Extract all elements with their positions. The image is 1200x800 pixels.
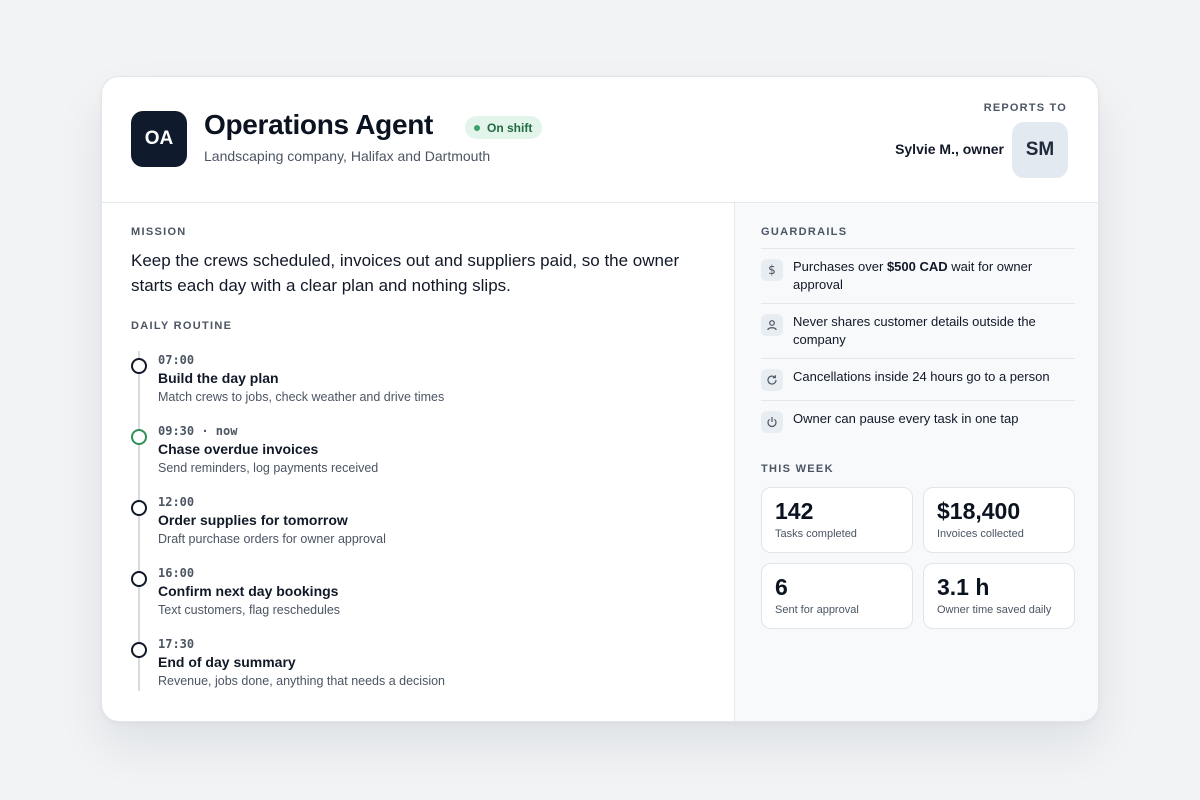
this-week-label: THIS WEEK: [761, 463, 834, 475]
timeline-node-icon: [131, 571, 147, 587]
status-badge: On shift: [465, 116, 543, 139]
card-header: OA Operations Agent On shift Landscaping…: [102, 77, 1098, 203]
stat-card: $18,400 Invoices collected: [923, 487, 1075, 553]
routine-time: 07:00: [158, 353, 195, 367]
page-title: Operations Agent: [204, 109, 434, 140]
mission-label: MISSION: [131, 226, 187, 238]
stat-value: 3.1 h: [937, 574, 990, 600]
right-column: GUARDRAILS $ Purchases over $500 CAD wait…: [734, 203, 1098, 721]
agent-subtitle: Landscaping company, Halifax and Dartmou…: [204, 148, 491, 164]
guardrail-text: Owner can pause every task in one tap: [793, 410, 1063, 428]
routine-title: End of day summary: [158, 654, 296, 670]
routine-title: Confirm next day bookings: [158, 583, 339, 599]
routine-item[interactable]: 12:00 Order supplies for tomorrow Draft pu…: [131, 495, 711, 557]
routine-title: Chase overdue invoices: [158, 441, 319, 457]
stat-card: 6 Sent for approval: [761, 563, 913, 629]
person-icon: [761, 314, 783, 336]
timeline-node-icon: [131, 358, 147, 374]
guardrail-item: Owner can pause every task in one tap: [761, 400, 1075, 442]
power-icon: [761, 411, 783, 433]
guardrail-item: Never shares customer details outside th…: [761, 303, 1075, 358]
reports-to-label: REPORTS TO: [983, 102, 1067, 114]
routine-desc: Send reminders, log payments received: [158, 461, 379, 475]
routine-title: Order supplies for tomorrow: [158, 512, 348, 528]
owner-avatar[interactable]: SM: [1012, 122, 1068, 178]
guardrail-text-pre: Never shares customer details outside th…: [793, 314, 1036, 347]
stat-label: Owner time saved daily: [937, 604, 1052, 616]
stat-value: $18,400: [937, 498, 1021, 524]
stat-value: 6: [775, 574, 788, 600]
guardrail-text-pre: Cancellations inside 24 hours go to a pe…: [793, 369, 1050, 384]
routine-desc: Text customers, flag reschedules: [158, 603, 341, 617]
guardrail-text: Purchases over $500 CAD wait for owner a…: [793, 258, 1063, 294]
routine-desc: Draft purchase orders for owner approval: [158, 532, 386, 546]
routine-item[interactable]: 09:30 · now Chase overdue invoices Send re…: [131, 424, 711, 486]
stat-label: Sent for approval: [775, 604, 859, 616]
stat-card: 3.1 h Owner time saved daily: [923, 563, 1075, 629]
timeline-node-icon: [131, 642, 147, 658]
guardrail-text-pre: Owner can pause every task in one tap: [793, 411, 1019, 426]
owner-name: Sylvie M., owner: [895, 141, 1004, 157]
routine-item[interactable]: 07:00 Build the day plan Match crews to jo…: [131, 353, 711, 415]
left-column: MISSION Keep the crews scheduled, invoic…: [102, 203, 734, 721]
routine-item[interactable]: 17:30 End of day summary Revenue, jobs don…: [131, 637, 711, 699]
stat-value: 142: [775, 498, 814, 524]
dollar-icon: $: [761, 259, 783, 281]
timeline-node-icon: [131, 500, 147, 516]
routine-desc: Revenue, jobs done, anything that needs …: [158, 674, 446, 688]
routine-title: Build the day plan: [158, 370, 279, 386]
guardrail-text-bold: $500 CAD: [886, 259, 948, 274]
refresh-icon: [761, 369, 783, 391]
status-label: On shift: [487, 120, 533, 135]
stat-label: Tasks completed: [775, 528, 857, 540]
routine-label: DAILY ROUTINE: [131, 320, 233, 332]
routine-time: 16:00: [158, 566, 195, 580]
timeline-node-icon: [131, 429, 147, 445]
routine-item[interactable]: 16:00 Confirm next day bookings Text custo…: [131, 566, 711, 628]
guardrail-text: Cancellations inside 24 hours go to a pe…: [793, 368, 1063, 386]
routine-desc: Match crews to jobs, check weather and d…: [158, 390, 445, 404]
guardrails-label: GUARDRAILS: [761, 226, 848, 238]
guardrail-text: Never shares customer details outside th…: [793, 313, 1063, 349]
mission-text: Keep the crews scheduled, invoices out a…: [131, 251, 680, 295]
agent-avatar: OA: [131, 111, 187, 167]
routine-time: 09:30 · now: [158, 424, 238, 438]
routine-time: 12:00: [158, 495, 195, 509]
stat-label: Invoices collected: [937, 528, 1024, 540]
routine-time: 17:30: [158, 637, 195, 651]
stat-card: 142 Tasks completed: [761, 487, 913, 553]
guardrail-item: $ Purchases over $500 CAD wait for owner …: [761, 248, 1075, 303]
status-dot-icon: [474, 124, 480, 131]
guardrail-text-pre: Purchases over: [793, 259, 887, 274]
guardrail-item: Cancellations inside 24 hours go to a pe…: [761, 358, 1075, 400]
agent-card: OA Operations Agent On shift Landscaping…: [101, 76, 1099, 722]
